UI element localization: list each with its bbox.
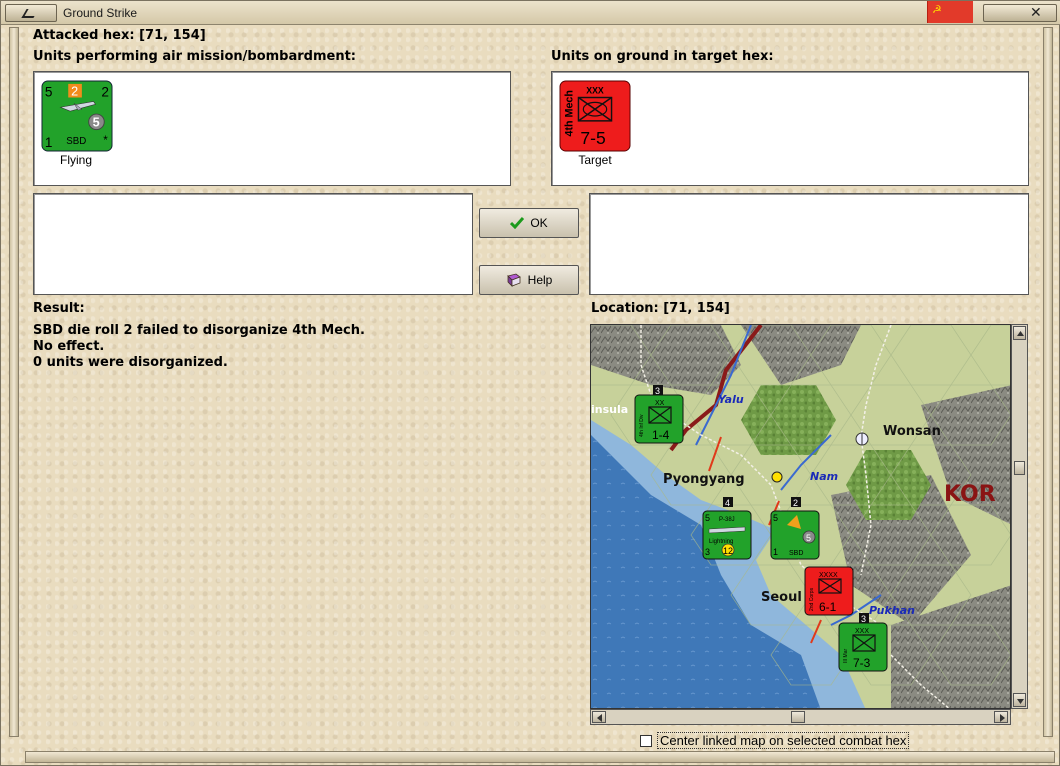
location-map[interactable]: Pyongyang Wonsan Seoul KOR insula Yalu N…: [590, 324, 1011, 709]
air-unit-caption: Flying: [59, 153, 92, 167]
sbd-circle-value: 5: [93, 116, 100, 130]
arrow-up-icon: [1017, 331, 1024, 336]
arrow-icon: [21, 9, 39, 18]
arrow-left-icon: [597, 714, 602, 722]
sbd-bottom-left: 1: [45, 135, 53, 150]
ground-units-heading: Units on ground in target hex:: [551, 49, 774, 64]
soviet-flag-icon: ☭: [927, 1, 973, 23]
unit-strength: 6-1: [819, 600, 837, 614]
attacked-hex-value: [71, 154]: [139, 28, 206, 43]
help-button-label: Help: [527, 273, 553, 287]
sbd-top-right: 2: [101, 85, 109, 100]
help-book-icon: [506, 273, 521, 287]
ok-button-label: OK: [530, 216, 548, 230]
air-unit-counter[interactable]: 5 2 2 5 SBD 1 *: [41, 80, 113, 152]
unit-stack-count: 4: [725, 498, 730, 508]
unit-name: III Mar: [843, 648, 849, 663]
unit-stat-a: 5: [705, 513, 710, 523]
ground-strike-window: Ground Strike ☭ ✕ Attacked hex: [71, 154…: [0, 0, 1060, 766]
center-map-label[interactable]: Center linked map on selected combat hex: [657, 732, 910, 749]
close-button[interactable]: ✕: [983, 4, 1057, 22]
attacked-hex-row: Attacked hex: [71, 154]: [33, 28, 206, 43]
city-marker-icon: [771, 471, 783, 483]
ground-units-panel: XXX 4th Mech 7-5 Target: [551, 71, 1029, 186]
result-heading: Result:: [33, 301, 85, 316]
map-label-pyongyang: Pyongyang: [663, 472, 745, 487]
title-bar: Ground Strike ☭ ✕: [1, 1, 1060, 25]
ground-unit-counter[interactable]: XXX 4th Mech 7-5: [559, 80, 631, 152]
arrow-down-icon: [1017, 699, 1024, 704]
attacked-hex-label: Attacked hex:: [33, 28, 135, 43]
result-line: No effect.: [33, 339, 105, 354]
unit-stack-count: 2: [793, 498, 798, 508]
map-label-nam: Nam: [810, 470, 838, 483]
horizontal-scroll-thumb[interactable]: [791, 711, 805, 723]
scroll-down-button[interactable]: [1013, 693, 1026, 707]
map-canvas: Pyongyang Wonsan Seoul KOR insula Yalu N…: [591, 325, 1010, 708]
unit-stat-b: 3: [705, 547, 710, 557]
scroll-up-button[interactable]: [1013, 326, 1026, 340]
map-label-pukhan: Pukhan: [869, 604, 915, 617]
close-icon: ✕: [1030, 5, 1042, 21]
air-units-panel: 5 2 2 5 SBD 1 * Flying: [33, 71, 511, 186]
unit-strength: 1-4: [652, 428, 670, 442]
map-vertical-scrollbar[interactable]: [1011, 324, 1028, 709]
unit-name: SBD: [789, 550, 803, 557]
unit-stat-a: 5: [773, 513, 778, 523]
sbd-unit-name: SBD: [66, 136, 86, 147]
help-button[interactable]: Help: [479, 265, 579, 295]
unit-size: XX: [655, 400, 665, 407]
window-title: Ground Strike: [63, 6, 138, 20]
unit-stat-b: 1: [773, 547, 778, 557]
result-line: SBD die roll 2 failed to disorganize 4th…: [33, 323, 365, 338]
vertical-scroll-thumb[interactable]: [1014, 461, 1025, 475]
map-label-wonsan: Wonsan: [883, 424, 941, 439]
map-horizontal-scrollbar[interactable]: [590, 709, 1011, 725]
unit-size: XXX: [855, 628, 869, 635]
mech-strength: 7-5: [580, 128, 605, 148]
sbd-top-left: 5: [45, 85, 53, 100]
mech-size: XXX: [586, 86, 604, 96]
unit-stat-c: 12: [723, 546, 733, 556]
checkmark-icon: [510, 217, 525, 229]
map-label-insula: insula: [591, 403, 628, 416]
window-menu-button[interactable]: [5, 4, 57, 22]
scroll-left-button[interactable]: [592, 711, 606, 723]
unit-stat-c: 5: [806, 533, 811, 543]
unit-name: 2nd Corps: [809, 587, 815, 611]
result-line: 0 units were disorganized.: [33, 355, 228, 370]
mech-unit-name: 4th Mech: [564, 90, 576, 136]
ground-unit-caption: Target: [578, 153, 612, 167]
map-label-kor: KOR: [944, 482, 996, 507]
center-map-checkbox[interactable]: [640, 735, 652, 747]
air-units-heading: Units performing air mission/bombardment…: [33, 49, 357, 64]
location-row: Location: [71, 154]: [591, 301, 730, 316]
bottom-frame-rail: [25, 751, 1055, 763]
air-unit-details-panel: [33, 193, 473, 295]
unit-size: XXXX: [819, 572, 838, 579]
ground-unit-details-panel: [589, 193, 1029, 295]
unit-name: P-38J: [719, 517, 735, 523]
right-frame-rail: [1043, 27, 1053, 737]
scroll-right-button[interactable]: [994, 711, 1008, 723]
map-label-seoul: Seoul: [761, 590, 802, 605]
map-unit-corps[interactable]: XXXX 2nd Corps 6-1: [804, 566, 854, 616]
unit-strength: 7-3: [853, 656, 871, 670]
ok-button[interactable]: OK: [479, 208, 579, 238]
sbd-bottom-right: *: [103, 134, 108, 147]
left-frame-rail: [9, 27, 19, 737]
location-label: Location:: [591, 301, 659, 316]
sbd-top-mid: 2: [71, 85, 78, 99]
map-label-yalu: Yalu: [718, 393, 744, 406]
unit-name: 4th Inf Div: [639, 414, 645, 437]
arrow-right-icon: [1000, 714, 1005, 722]
location-value: [71, 154]: [663, 301, 730, 316]
